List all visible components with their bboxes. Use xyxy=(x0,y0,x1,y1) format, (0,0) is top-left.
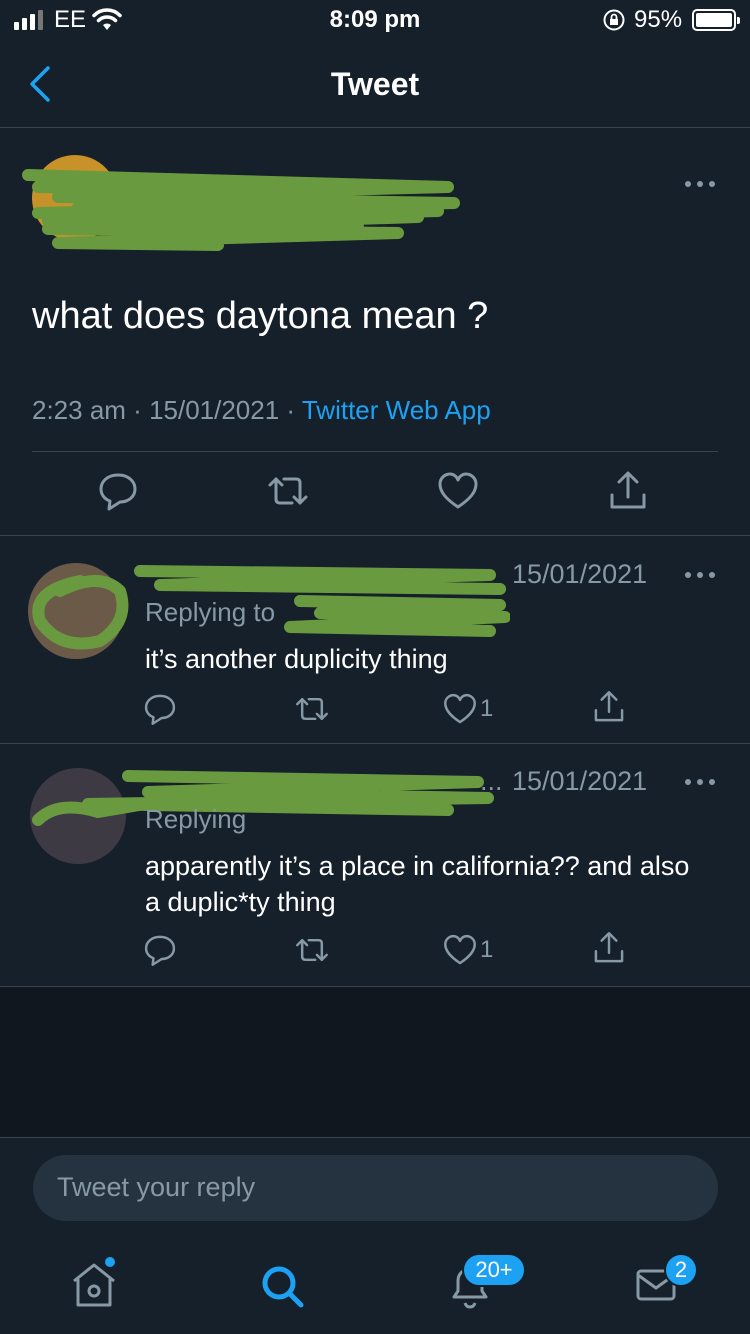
like-heart-icon[interactable] xyxy=(442,932,478,968)
nav-header: Tweet xyxy=(0,40,750,128)
share-icon[interactable] xyxy=(606,469,650,513)
redaction-scribble xyxy=(32,770,494,826)
share-icon[interactable] xyxy=(591,689,627,725)
reply-composer: Tweet your reply xyxy=(0,1137,750,1237)
reply-icon[interactable] xyxy=(96,469,140,513)
like-count: 1 xyxy=(480,695,494,722)
status-bar: EE 8:09 pm 95% xyxy=(0,0,750,40)
like-count: 1 xyxy=(480,936,494,963)
reply-icon[interactable] xyxy=(142,691,178,727)
more-options-icon[interactable] xyxy=(684,777,716,787)
battery-icon xyxy=(692,9,740,31)
tweet-actions xyxy=(0,469,750,519)
tab-bar: 20+ 2 xyxy=(0,1237,750,1334)
separator-dot: · xyxy=(279,395,302,425)
tweet-time: 2:23 am xyxy=(32,395,126,425)
retweet-icon[interactable] xyxy=(294,691,330,727)
like-heart-icon[interactable] xyxy=(442,691,478,727)
reply-tweet[interactable]: ... 15/01/2021 Replying apparently it’s … xyxy=(0,744,750,987)
name-truncation: ... xyxy=(480,766,503,796)
battery-percent: 95% xyxy=(634,6,683,33)
replying-to-label: Replying to xyxy=(145,597,276,627)
tweet-text: what does daytona mean ? xyxy=(32,295,489,337)
main-tweet: what does daytona mean ? 2:23 am · 15/01… xyxy=(0,129,750,536)
retweet-icon[interactable] xyxy=(266,469,310,513)
reply-date: 15/01/2021 xyxy=(512,559,648,589)
orientation-lock-icon xyxy=(603,9,625,31)
page-title: Tweet xyxy=(330,66,420,102)
reply-text: apparently it’s a place in california?? … xyxy=(145,851,690,917)
reply-input[interactable]: Tweet your reply xyxy=(33,1155,718,1221)
share-icon[interactable] xyxy=(591,930,627,966)
retweet-icon[interactable] xyxy=(294,932,330,968)
divider xyxy=(32,451,718,452)
more-options-icon[interactable] xyxy=(684,570,716,580)
redaction-scribble xyxy=(22,169,460,251)
search-icon[interactable] xyxy=(253,1257,313,1313)
replying-to-label: Replying xyxy=(145,804,247,834)
empty-space xyxy=(0,987,750,1137)
like-heart-icon[interactable] xyxy=(436,469,480,513)
tweet-metadata: 2:23 am · 15/01/2021 · Twitter Web App xyxy=(32,395,491,426)
reply-date: 15/01/2021 xyxy=(512,766,648,796)
messages-badge: 2 xyxy=(664,1253,698,1287)
home-icon[interactable] xyxy=(64,1257,124,1313)
separator-dot: · xyxy=(125,395,150,425)
more-options-icon[interactable] xyxy=(684,179,716,189)
tweet-date: 15/01/2021 xyxy=(149,395,280,425)
tweet-source-link[interactable]: Twitter Web App xyxy=(302,395,491,425)
reply-tweet[interactable]: 15/01/2021 Replying to it’s another dupl… xyxy=(0,537,750,744)
reply-icon[interactable] xyxy=(142,932,178,968)
reply-text: it’s another duplicity thing xyxy=(145,644,448,674)
notifications-badge: 20+ xyxy=(462,1253,526,1287)
